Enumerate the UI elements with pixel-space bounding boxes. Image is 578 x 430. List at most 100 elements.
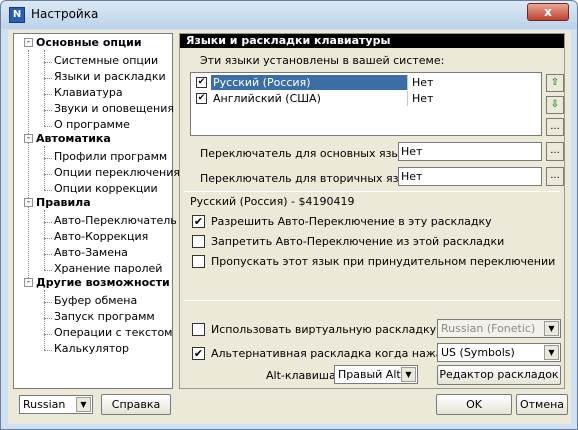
chevron-down-icon: ▼ xyxy=(76,397,91,412)
primary-switcher-label: Переключатель для основных языков: xyxy=(200,147,424,160)
tree-connector xyxy=(44,334,52,335)
language-select[interactable]: Russian ▼ xyxy=(19,395,93,414)
panel-title: Языки и раскладки клавиатуры xyxy=(180,34,564,48)
tree-connector xyxy=(44,146,45,190)
virtual-layout-checkbox[interactable] xyxy=(192,323,205,336)
ok-button[interactable]: OK xyxy=(436,394,512,415)
language-row[interactable]: ✔ Русский (Россия) Нет xyxy=(193,75,511,90)
dialog-client: - Основные опции Системные опции Языки и… xyxy=(8,30,571,424)
language-checkbox[interactable]: ✔ xyxy=(196,77,207,88)
tree-connector xyxy=(44,350,52,351)
app-icon: N xyxy=(9,7,25,23)
layout-section-title: Русский (Россия) - $4190419 xyxy=(190,195,355,208)
tree-category-rules[interactable]: Правила xyxy=(36,196,91,209)
languages-list[interactable]: ✔ Русский (Россия) Нет ✔ Английский (США… xyxy=(190,72,542,136)
alt-key-label: Alt-клавиша: xyxy=(266,369,340,382)
move-up-button[interactable]: ⇧ xyxy=(546,74,564,92)
tree-connector xyxy=(44,62,52,63)
expand-toggle[interactable]: - xyxy=(24,278,33,287)
tree-item-auto-switcher[interactable]: Авто-Переключатель xyxy=(54,214,177,227)
tree-connector xyxy=(44,110,52,111)
alt-layout-checkbox[interactable]: ✔ xyxy=(192,347,205,360)
language-options-button[interactable]: ... xyxy=(546,118,564,136)
primary-switcher-button[interactable]: ... xyxy=(546,142,564,161)
title-bar[interactable]: N Настройка x xyxy=(1,1,577,29)
tree-item-text-operations[interactable]: Операции с текстом xyxy=(54,326,172,339)
tree-item-switch-options[interactable]: Опции переключения xyxy=(54,166,180,179)
allow-auto-switch-label: Разрешить Авто-Переключение в эту раскла… xyxy=(211,215,492,228)
alt-key-select[interactable]: Правый Alt ▼ xyxy=(334,365,418,384)
tree-category-other-features[interactable]: Другие возможности xyxy=(36,276,170,289)
move-down-button[interactable]: ⇩ xyxy=(546,96,564,114)
language-checkbox[interactable]: ✔ xyxy=(196,93,207,104)
settings-tree: - Основные опции Системные опции Языки и… xyxy=(13,33,180,389)
tree-connector xyxy=(28,50,29,282)
close-button[interactable]: x xyxy=(527,3,569,21)
chevron-down-icon: ▼ xyxy=(544,345,559,360)
alt-layout-label: Альтернативная раскладка когда нажат Alt xyxy=(211,347,468,360)
arrow-up-icon: ⇧ xyxy=(550,77,560,88)
language-row[interactable]: ✔ Английский (США) Нет xyxy=(193,91,511,106)
alt-layout-select[interactable]: US (Symbols) ▼ xyxy=(437,343,561,362)
tree-item-correction-options[interactable]: Опции коррекции xyxy=(54,182,158,195)
tree-connector xyxy=(44,190,52,191)
alt-key-value: Правый Alt xyxy=(338,368,401,381)
skip-language-label: Пропускать этот язык при принудительном … xyxy=(211,255,556,268)
languages-panel: Языки и раскладки клавиатуры Эти языки у… xyxy=(179,33,565,389)
tree-item-clipboard[interactable]: Буфер обмена xyxy=(54,294,137,307)
tree-connector xyxy=(44,158,52,159)
tree-item-program-launch[interactable]: Запуск программ xyxy=(54,310,155,323)
tree-item-password-storage[interactable]: Хранение паролей xyxy=(54,262,162,275)
tree-connector xyxy=(44,210,45,270)
close-icon: x xyxy=(544,5,552,19)
virtual-layout-value: Russian (Fonetic) xyxy=(441,322,536,335)
alt-layout-value: US (Symbols) xyxy=(441,346,515,359)
chevron-down-icon: ▼ xyxy=(544,321,559,336)
language-name: Английский (США) xyxy=(213,92,321,105)
help-button[interactable]: Справка xyxy=(101,394,171,415)
tree-item-about[interactable]: О программе xyxy=(54,118,130,131)
secondary-switcher-label: Переключатель для вторичных языков: xyxy=(200,172,431,185)
language-hotkey: Нет xyxy=(407,75,509,90)
tree-item-program-profiles[interactable]: Профили программ xyxy=(54,150,167,163)
tree-category-automation[interactable]: Автоматика xyxy=(36,132,111,145)
tree-connector xyxy=(44,318,52,319)
language-name: Русский (Россия) xyxy=(211,75,407,90)
tree-connector xyxy=(44,302,52,303)
expand-toggle[interactable]: - xyxy=(24,134,33,143)
tree-item-sounds[interactable]: Звуки и оповещения xyxy=(54,102,174,115)
separator xyxy=(184,300,560,301)
tree-item-auto-correction[interactable]: Авто-Коррекция xyxy=(54,230,148,243)
tree-connector xyxy=(44,238,52,239)
tree-connector xyxy=(44,78,52,79)
expand-toggle[interactable]: - xyxy=(24,198,33,207)
skip-language-checkbox[interactable] xyxy=(192,255,205,268)
installed-languages-label: Эти языки установлены в вашей системе: xyxy=(200,54,445,67)
tree-connector xyxy=(44,290,45,350)
tree-connector xyxy=(44,174,52,175)
tree-connector xyxy=(44,222,52,223)
secondary-switcher-field[interactable]: Нет xyxy=(398,167,542,186)
allow-auto-switch-checkbox[interactable]: ✔ xyxy=(192,215,205,228)
tree-item-calculator[interactable]: Калькулятор xyxy=(54,342,129,355)
primary-switcher-field[interactable]: Нет xyxy=(398,142,542,161)
cancel-button[interactable]: Отмена xyxy=(516,394,568,415)
virtual-layout-select[interactable]: Russian (Fonetic) ▼ xyxy=(437,319,561,338)
language-select-value: Russian xyxy=(23,398,66,411)
tree-item-keyboard[interactable]: Клавиатура xyxy=(54,86,123,99)
tree-item-languages-layouts[interactable]: Языки и раскладки xyxy=(54,70,166,83)
layout-editor-button[interactable]: Редактор раскладок xyxy=(437,365,561,385)
secondary-switcher-button[interactable]: ... xyxy=(546,167,564,186)
window-title: Настройка xyxy=(31,7,99,21)
chevron-down-icon: ▼ xyxy=(401,367,416,382)
tree-item-system-options[interactable]: Системные опции xyxy=(54,54,158,67)
tree-category-main-options[interactable]: Основные опции xyxy=(36,36,142,49)
language-hotkey: Нет xyxy=(407,91,509,106)
tree-connector xyxy=(44,126,52,127)
tree-connector xyxy=(44,94,52,95)
tree-item-auto-replace[interactable]: Авто-Замена xyxy=(54,246,128,259)
virtual-layout-label: Использовать виртуальную раскладку xyxy=(211,323,437,336)
expand-toggle[interactable]: - xyxy=(24,38,33,47)
forbid-auto-switch-label: Запретить Авто-Переключение из этой раск… xyxy=(211,235,505,248)
forbid-auto-switch-checkbox[interactable] xyxy=(192,235,205,248)
